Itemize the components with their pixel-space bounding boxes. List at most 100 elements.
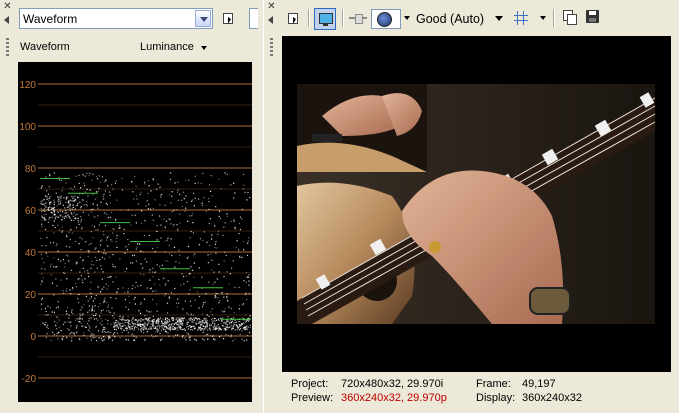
external-monitor-button[interactable] bbox=[314, 8, 336, 30]
trace-sample bbox=[222, 234, 224, 237]
trace-sample bbox=[74, 334, 76, 336]
drag-grip-icon[interactable] bbox=[270, 38, 273, 56]
trace-sample bbox=[94, 198, 97, 200]
trace-sample bbox=[110, 239, 112, 241]
split-screen-icon[interactable] bbox=[349, 12, 367, 24]
trace-sample bbox=[66, 288, 68, 290]
trace-sample bbox=[113, 328, 116, 330]
trace-sample bbox=[62, 230, 64, 232]
trace-sample bbox=[105, 328, 107, 330]
chevron-down-icon[interactable] bbox=[195, 10, 211, 27]
trace-sample bbox=[57, 332, 59, 334]
scope-type-dropdown[interactable]: Waveform bbox=[19, 8, 213, 29]
trace-sample bbox=[41, 185, 43, 187]
save-snapshot-icon[interactable] bbox=[586, 10, 599, 23]
chevron-down-icon[interactable] bbox=[404, 16, 410, 20]
trace-sample bbox=[56, 335, 58, 337]
trace-sample bbox=[73, 219, 75, 221]
y-tick-label: 120 bbox=[19, 80, 36, 91]
trace-sample bbox=[238, 249, 240, 251]
trace-sample bbox=[50, 339, 52, 342]
trace-sample bbox=[49, 203, 51, 205]
trace-sample bbox=[238, 286, 240, 289]
trace-sample bbox=[156, 264, 158, 266]
preview-quality-dropdown[interactable]: Good (Auto) bbox=[416, 12, 484, 26]
trace-sample bbox=[102, 271, 104, 273]
trace-sample bbox=[45, 310, 47, 313]
trace-sample bbox=[110, 276, 112, 278]
chevron-down-icon[interactable] bbox=[495, 16, 503, 21]
trace-sample bbox=[233, 312, 235, 314]
trace-sample bbox=[236, 240, 238, 242]
trace-sample bbox=[187, 245, 190, 247]
trace-sample bbox=[118, 323, 120, 325]
trace-sample bbox=[188, 179, 190, 181]
trace-sample bbox=[190, 266, 192, 268]
trace-sample bbox=[44, 307, 47, 309]
collapse-arrow-icon[interactable] bbox=[4, 16, 9, 24]
trace-sample bbox=[90, 292, 92, 294]
preview-properties-button[interactable] bbox=[284, 10, 302, 28]
trace-sample bbox=[160, 329, 162, 331]
trace-sample bbox=[47, 221, 49, 223]
grid-overlay-icon[interactable] bbox=[514, 11, 528, 25]
trace-sample bbox=[153, 318, 155, 320]
trace-sample bbox=[90, 209, 92, 211]
trace-sample bbox=[224, 323, 227, 325]
trace-sample bbox=[59, 214, 61, 216]
trace-sample bbox=[237, 327, 239, 329]
trace-sample bbox=[231, 328, 233, 330]
trace-sample bbox=[167, 312, 169, 314]
trace-sample bbox=[191, 200, 193, 202]
trace-sample bbox=[115, 329, 117, 331]
trace-sample bbox=[230, 220, 232, 223]
trace-sample bbox=[189, 339, 191, 341]
preview-status-bar: Project: 720x480x32, 29.970i Preview: 36… bbox=[264, 375, 679, 413]
trace-sample bbox=[182, 318, 184, 320]
trace-sample bbox=[53, 209, 55, 211]
drag-grip-icon[interactable] bbox=[6, 38, 9, 56]
trace-sample bbox=[170, 172, 172, 174]
trace-sample bbox=[175, 328, 177, 330]
trace-sample bbox=[171, 254, 173, 257]
project-label: Project: bbox=[291, 378, 329, 390]
trace-sample bbox=[245, 314, 247, 316]
trace-sample bbox=[219, 217, 222, 219]
trace-sample bbox=[98, 330, 100, 332]
trace-sample bbox=[206, 314, 209, 316]
chevron-down-icon[interactable] bbox=[201, 46, 207, 50]
waveform-title: Waveform bbox=[20, 41, 70, 53]
trace-sample bbox=[197, 318, 199, 320]
trace-sample bbox=[43, 207, 45, 210]
trace-sample bbox=[99, 244, 102, 246]
trace-sample bbox=[247, 242, 249, 244]
close-icon[interactable]: ✕ bbox=[3, 2, 12, 12]
trace-sample bbox=[95, 318, 97, 320]
trace-sample bbox=[202, 240, 204, 242]
chevron-down-icon[interactable] bbox=[540, 16, 546, 20]
trace-sample bbox=[131, 325, 133, 327]
scope-settings-field[interactable] bbox=[249, 8, 258, 29]
update-scopes-button[interactable] bbox=[219, 10, 237, 28]
trace-sample bbox=[95, 313, 97, 315]
copy-snapshot-icon[interactable] bbox=[563, 10, 577, 25]
trace-sample bbox=[104, 258, 106, 260]
trace-sample bbox=[127, 319, 129, 321]
trace-sample bbox=[246, 254, 249, 256]
trace-sample bbox=[65, 209, 67, 211]
trace-sample bbox=[209, 323, 211, 325]
preview-overlay-button[interactable] bbox=[371, 9, 401, 29]
trace-sample bbox=[45, 314, 47, 316]
luminance-mode-dropdown[interactable]: Luminance bbox=[140, 41, 194, 53]
trace-sample bbox=[214, 329, 216, 331]
trace-sample bbox=[90, 211, 92, 213]
trace-sample bbox=[161, 322, 163, 325]
video-preview-area[interactable] bbox=[282, 36, 671, 372]
trace-sample bbox=[176, 302, 178, 304]
trace-sample bbox=[197, 182, 199, 184]
trace-sample bbox=[106, 237, 108, 239]
trace-sample bbox=[233, 325, 235, 327]
trace-sample bbox=[198, 318, 200, 320]
trace-sample bbox=[113, 323, 115, 325]
trace-sample bbox=[243, 340, 245, 342]
